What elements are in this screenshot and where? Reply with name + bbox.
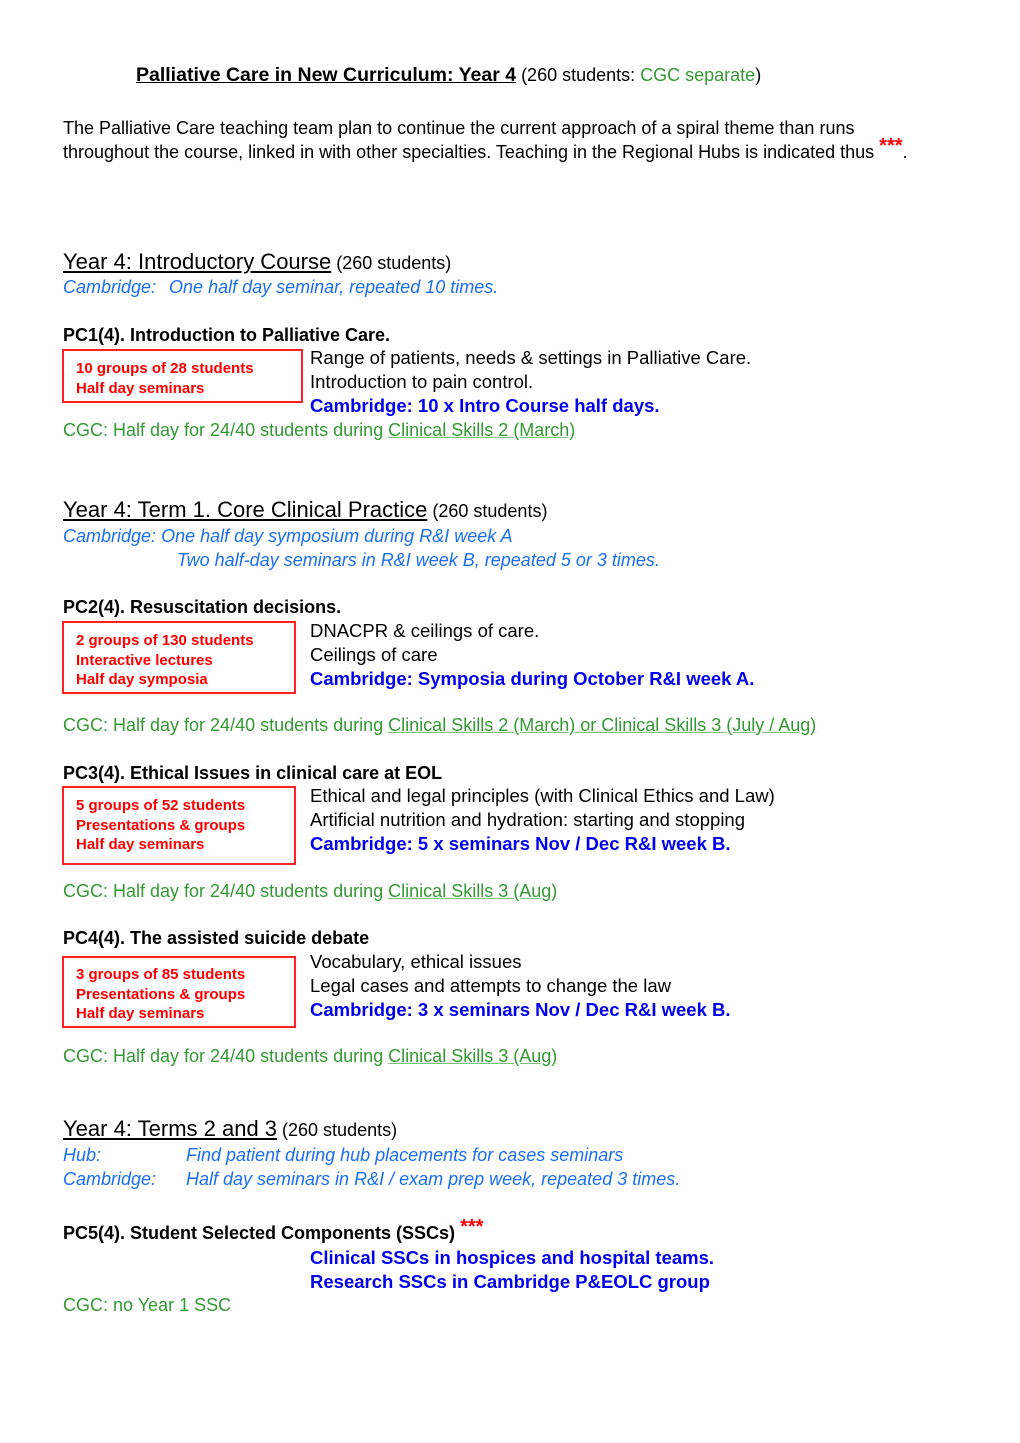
note-label: Hub: xyxy=(63,1145,102,1165)
box-line: Half day seminars xyxy=(76,1005,205,1022)
box-line: 2 groups of 130 students xyxy=(76,632,254,649)
note-label: Cambridge: xyxy=(63,1169,157,1189)
cgc-line: CGC: no Year 1 SSC xyxy=(63,1295,232,1315)
box-line: Interactive lectures xyxy=(76,651,213,669)
module-heading-pc1: PC1(4). Introduction to Palliative Care. xyxy=(63,325,391,345)
section-title: Year 4: Terms 2 and 3 xyxy=(63,1116,278,1141)
cambridge-line: Cambridge: 3 x seminars Nov / Dec R&I we… xyxy=(310,999,731,1020)
module-description: Clinical SSCs in hospices and hospital t… xyxy=(310,1246,714,1294)
desc-line: Legal cases and attempts to change the l… xyxy=(310,975,671,996)
note-text: Two half-day seminars in R&I week B, rep… xyxy=(177,550,660,570)
section-note: Cambridge: One half day symposium during… xyxy=(63,526,513,547)
cgc-text: CGC: Half day for 24/40 students during xyxy=(63,715,389,735)
desc-line: Ceilings of care xyxy=(310,644,438,665)
module-heading-pc2: PC2(4). Resuscitation decisions. xyxy=(63,597,342,617)
module-heading-pc4: PC4(4). The assisted suicide debate xyxy=(63,928,370,948)
section-title: Year 4: Term 1. Core Clinical Practice xyxy=(63,497,428,522)
module-description: Range of patients, needs & settings in P… xyxy=(310,346,751,418)
document-title: Palliative Care in New Curriculum: Year … xyxy=(136,64,761,87)
module-heading-pc5: PC5(4). Student Selected Components (SSC… xyxy=(63,1216,483,1245)
cgc-link[interactable]: Clinical Skills 3 (Aug) xyxy=(388,881,557,901)
cambridge-line: Clinical SSCs in hospices and hospital t… xyxy=(310,1247,715,1268)
box-line: 3 groups of 85 students xyxy=(76,966,246,983)
box-line: Half day symposia xyxy=(76,671,208,688)
box-line: Presentations & groups xyxy=(76,985,246,1003)
cgc-link[interactable]: Clinical Skills 2 (March) xyxy=(388,420,575,440)
module-format-box: 2 groups of 130 students Interactive lec… xyxy=(62,621,296,694)
box-line: Half day seminars xyxy=(76,379,205,397)
section-note: Cambridge: One half day seminar, repeated… xyxy=(63,277,498,298)
cgc-link[interactable]: Clinical Skills 3 (Aug) xyxy=(388,1046,557,1066)
note-text: One half day seminar, repeated 10 times. xyxy=(169,277,499,297)
desc-line: Introduction to pain control. xyxy=(310,371,534,392)
intro-text: The Palliative Care teaching team plan t… xyxy=(63,118,880,162)
module-heading-pc3: PC3(4). Ethical Issues in clinical care … xyxy=(63,763,443,783)
title-cgc: CGC separate xyxy=(640,65,756,85)
module-heading-text: PC5(4). Student Selected Components (SSC… xyxy=(63,1223,461,1243)
module-description: Ethical and legal principles (with Clini… xyxy=(310,784,775,856)
section-heading-term1: Year 4: Term 1. Core Clinical Practice (… xyxy=(63,497,547,523)
hub-marker: *** xyxy=(879,135,903,157)
box-line: 10 groups of 28 students xyxy=(76,360,254,377)
desc-line: Ethical and legal principles (with Clini… xyxy=(310,785,775,806)
box-line: Half day seminars xyxy=(76,836,205,853)
module-format-box: 5 groups of 52 students Presentations & … xyxy=(62,786,296,865)
desc-line: Range of patients, needs & settings in P… xyxy=(310,347,752,368)
intro-end: . xyxy=(902,142,908,162)
module-description: DNACPR & ceilings of care. Ceilings of c… xyxy=(310,619,754,691)
section-count: (260 students) xyxy=(427,501,548,521)
cambridge-line: Cambridge: 10 x Intro Course half days. xyxy=(310,395,660,416)
section-count: (260 students) xyxy=(331,253,452,273)
title-sub-open: (260 students: xyxy=(516,65,641,85)
section-note: Hub: Find patient during hub placements f… xyxy=(63,1145,623,1166)
desc-line: DNACPR & ceilings of care. xyxy=(310,620,540,641)
cgc-link[interactable]: Clinical Skills 2 (March) or Clinical Sk… xyxy=(388,715,816,735)
section-heading-terms-2-3: Year 4: Terms 2 and 3 (260 students) xyxy=(63,1116,397,1142)
note-text: Find patient during hub placements for c… xyxy=(186,1145,624,1165)
section-title: Year 4: Introductory Course xyxy=(63,249,332,274)
section-note: Cambridge: Half day seminars in R&I / exa… xyxy=(63,1169,680,1190)
title-main: Palliative Care in New Curriculum: Year … xyxy=(136,64,517,86)
section-note: Two half-day seminars in R&I week B, rep… xyxy=(177,550,660,571)
title-sub-close: ) xyxy=(755,65,762,85)
desc-line: Vocabulary, ethical issues xyxy=(310,951,522,972)
note-label: Cambridge: xyxy=(63,526,157,546)
note-label: Cambridge: xyxy=(63,277,157,297)
module-format-box: 10 groups of 28 students Half day semina… xyxy=(62,349,303,403)
cambridge-line: Cambridge: 5 x seminars Nov / Dec R&I we… xyxy=(310,833,731,854)
note-text: Half day seminars in R&I / exam prep wee… xyxy=(186,1169,681,1189)
box-line: Presentations & groups xyxy=(76,816,246,834)
cambridge-line: Research SSCs in Cambridge P&EOLC group xyxy=(310,1271,710,1292)
desc-line: Artificial nutrition and hydration: star… xyxy=(310,809,746,830)
cgc-line: CGC: Half day for 24/40 students during … xyxy=(63,1046,557,1067)
section-count: (260 students) xyxy=(277,1120,398,1140)
cgc-text: CGC: Half day for 24/40 students during xyxy=(63,420,389,440)
box-line: 5 groups of 52 students xyxy=(76,797,246,814)
cgc-line: CGC: Half day for 24/40 students during … xyxy=(63,881,557,902)
module-description: Vocabulary, ethical issues Legal cases a… xyxy=(310,950,731,1022)
note-text: One half day symposium during R&I week A xyxy=(161,526,513,546)
hub-marker: *** xyxy=(460,1216,484,1238)
cgc-line: CGC: Half day for 24/40 students during … xyxy=(63,420,575,441)
cambridge-line: Cambridge: Symposia during October R&I w… xyxy=(310,668,755,689)
intro-paragraph: The Palliative Care teaching team plan t… xyxy=(63,116,943,164)
cgc-text: CGC: Half day for 24/40 students during xyxy=(63,1046,389,1066)
cgc-text: CGC: Half day for 24/40 students during xyxy=(63,881,389,901)
module-format-box: 3 groups of 85 students Presentations & … xyxy=(62,956,296,1028)
section-heading-introductory: Year 4: Introductory Course (260 student… xyxy=(63,249,451,275)
cgc-line: CGC: Half day for 24/40 students during … xyxy=(63,715,816,736)
